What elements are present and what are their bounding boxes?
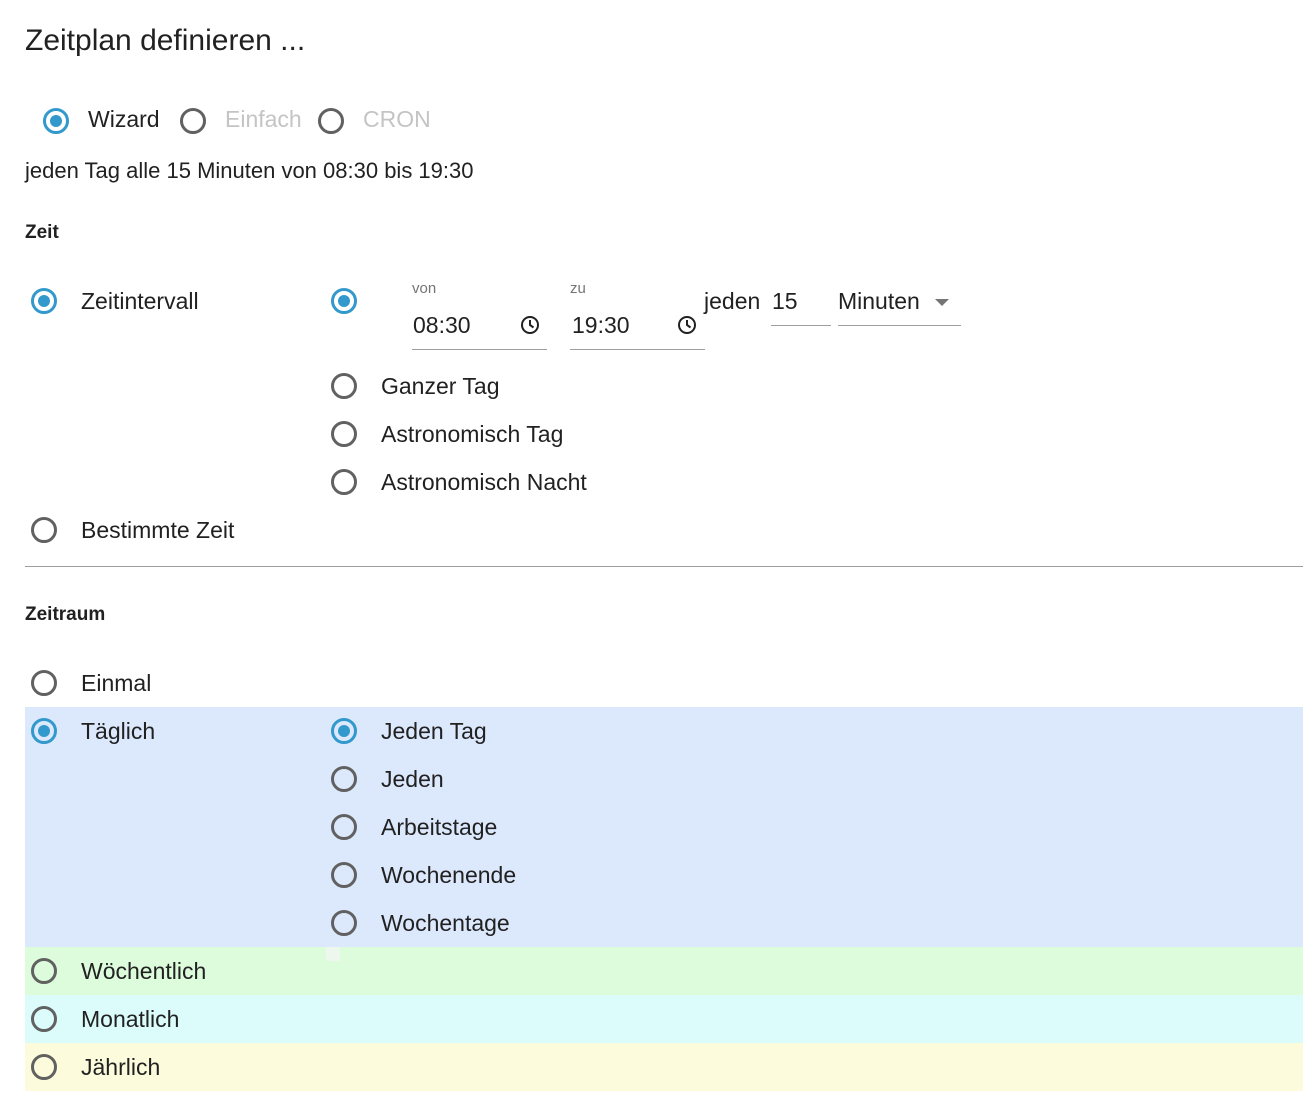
unit-underline: [838, 325, 961, 326]
wochenende-label[interactable]: Wochenende: [381, 862, 516, 889]
from-label: von: [412, 280, 437, 297]
mode-cron-label[interactable]: CRON: [363, 106, 431, 133]
einmal-radio[interactable]: [31, 670, 57, 696]
jaehrlich-label[interactable]: Jährlich: [81, 1054, 160, 1081]
every-label: jeden: [704, 288, 761, 314]
chevron-down-icon[interactable]: [935, 299, 949, 306]
weekly-section: [25, 947, 1303, 995]
wochenende-radio[interactable]: [331, 862, 357, 888]
mode-wizard-radio[interactable]: [43, 108, 69, 134]
page-title: Zeitplan definieren ...: [25, 24, 306, 57]
from-underline: [412, 349, 547, 350]
woechentlich-radio[interactable]: [31, 958, 57, 984]
monthly-section: [25, 995, 1303, 1043]
section-divider: [25, 566, 1303, 567]
zeitintervall-label[interactable]: Zeitintervall: [81, 288, 199, 315]
zeitraum-heading: Zeitraum: [25, 604, 106, 625]
ganzer-tag-label[interactable]: Ganzer Tag: [381, 373, 499, 400]
jeden-label[interactable]: Jeden: [381, 766, 444, 793]
clock-icon[interactable]: [520, 315, 540, 335]
wochentage-label[interactable]: Wochentage: [381, 910, 510, 937]
jeden-radio[interactable]: [331, 766, 357, 792]
mode-wizard-label[interactable]: Wizard: [88, 106, 160, 133]
monatlich-radio[interactable]: [31, 1006, 57, 1032]
schedule-summary: jeden Tag alle 15 Minuten von 08:30 bis …: [25, 158, 474, 183]
mode-cron-radio[interactable]: [318, 108, 344, 134]
unit-select[interactable]: Minuten: [838, 288, 920, 315]
mode-einfach-radio[interactable]: [180, 108, 206, 134]
resize-handle: [326, 947, 340, 961]
to-underline: [570, 349, 705, 350]
monatlich-label[interactable]: Monatlich: [81, 1006, 179, 1033]
astronomisch-nacht-label[interactable]: Astronomisch Nacht: [381, 469, 587, 496]
mode-einfach-label[interactable]: Einfach: [225, 106, 302, 133]
from-time-input[interactable]: 08:30: [413, 312, 471, 339]
jaehrlich-radio[interactable]: [31, 1054, 57, 1080]
taeglich-radio[interactable]: [31, 718, 57, 744]
wochentage-radio[interactable]: [331, 910, 357, 936]
taeglich-label[interactable]: Täglich: [81, 718, 155, 745]
woechentlich-label[interactable]: Wöchentlich: [81, 958, 206, 985]
einmal-label[interactable]: Einmal: [81, 670, 151, 697]
daily-section: [25, 707, 1303, 947]
bestimmte-zeit-label[interactable]: Bestimmte Zeit: [81, 517, 234, 544]
every-underline: [771, 325, 831, 326]
astronomisch-nacht-radio[interactable]: [331, 469, 357, 495]
to-time-input[interactable]: 19:30: [572, 312, 630, 339]
yearly-section: [25, 1043, 1303, 1091]
jeden-tag-label[interactable]: Jeden Tag: [381, 718, 487, 745]
arbeitstage-label[interactable]: Arbeitstage: [381, 814, 497, 841]
ganzer-tag-radio[interactable]: [331, 373, 357, 399]
zeit-heading: Zeit: [25, 222, 59, 243]
bestimmte-zeit-radio[interactable]: [31, 517, 57, 543]
zeitintervall-radio[interactable]: [31, 288, 57, 314]
astronomisch-tag-radio[interactable]: [331, 421, 357, 447]
astronomisch-tag-label[interactable]: Astronomisch Tag: [381, 421, 563, 448]
interval-range-radio[interactable]: [331, 288, 357, 314]
clock-icon[interactable]: [677, 315, 697, 335]
jeden-tag-radio[interactable]: [331, 718, 357, 744]
arbeitstage-radio[interactable]: [331, 814, 357, 840]
every-value-input[interactable]: 15: [772, 288, 798, 315]
to-label: zu: [570, 280, 586, 297]
